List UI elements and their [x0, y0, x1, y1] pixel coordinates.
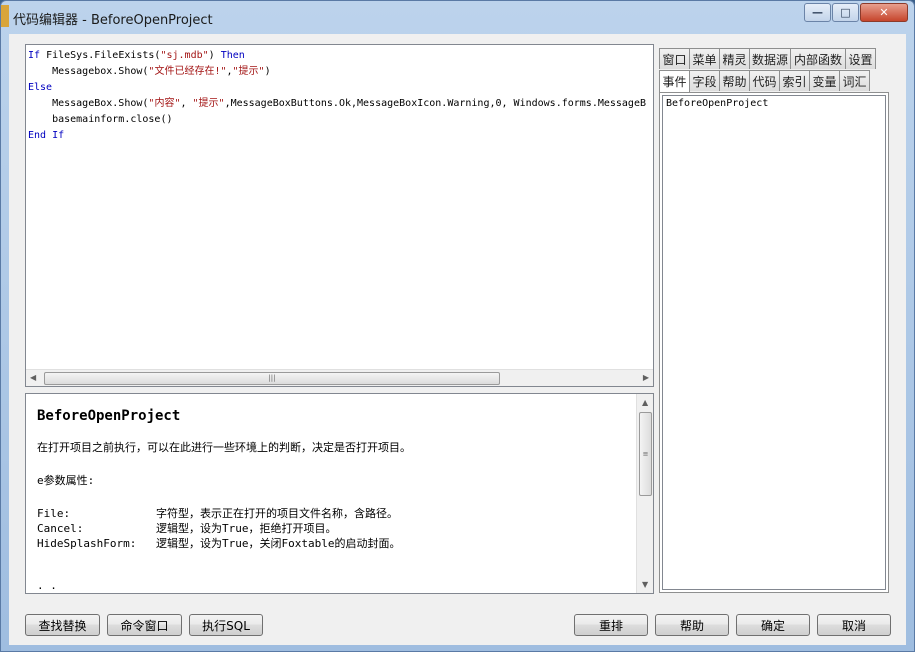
tool-tabs: 窗口 菜单 精灵 数据源 内部函数 设置 事件 字段 帮助 代码 索引 变量 词…	[659, 46, 889, 594]
tab-settings[interactable]: 设置	[845, 48, 876, 69]
list-item[interactable]: BeforeOpenProject	[663, 96, 885, 111]
client-area: If FileSys.FileExists("sj.mdb") Then Mes…	[9, 34, 906, 645]
code-token: "文件已经存在!"	[148, 66, 227, 77]
scroll-down-icon[interactable]: ▼	[642, 580, 648, 589]
help-title: BeforeOpenProject	[37, 408, 181, 424]
help-param-list: File: 字符型，表示正在打开的项目文件名称，含路径。 Cancel: 逻辑型…	[37, 506, 633, 551]
title-bar[interactable]: 代码编辑器 - BeforeOpenProject — □ ✕	[1, 1, 914, 35]
code-line[interactable]: If FileSys.FileExists("sj.mdb") Then	[28, 48, 653, 64]
execute-sql-button[interactable]: 执行SQL	[189, 614, 263, 636]
minimize-icon: —	[812, 6, 823, 19]
help-panel[interactable]: BeforeOpenProject 在打开项目之前执行，可以在此进行一些环境上的…	[25, 393, 654, 594]
param-name: File:	[37, 507, 71, 520]
scroll-right-icon[interactable]: ▶	[643, 373, 649, 382]
help-content: BeforeOpenProject 在打开项目之前执行，可以在此进行一些环境上的…	[37, 408, 633, 594]
app-icon	[1, 5, 9, 27]
window-title: 代码编辑器 - BeforeOpenProject	[13, 13, 213, 28]
help-param-row: File: 字符型，表示正在打开的项目文件名称，含路径。	[37, 506, 633, 521]
code-token: "sj.mdb"	[160, 50, 209, 61]
tab-datasource[interactable]: 数据源	[749, 48, 791, 69]
code-line[interactable]: MessageBox.Show("内容", "提示",MessageBoxBut…	[28, 96, 653, 112]
help-param-row: Cancel: 逻辑型，设为True，拒绝打开项目。	[37, 521, 633, 536]
code-token: MessageBox.Show(	[28, 98, 149, 109]
tab-menu[interactable]: 菜单	[689, 48, 720, 69]
code-token: Then	[220, 50, 245, 61]
tab-help[interactable]: 帮助	[719, 70, 750, 91]
code-editor-window: 代码编辑器 - BeforeOpenProject — □ ✕ If FileS…	[0, 0, 915, 652]
tab-body: BeforeOpenProject	[659, 92, 889, 593]
param-desc: 逻辑型，设为True，拒绝打开项目。	[156, 522, 337, 535]
tab-row-1: 窗口 菜单 精灵 数据源 内部函数 设置	[659, 48, 876, 69]
close-button[interactable]: ✕	[860, 3, 908, 22]
horizontal-scrollbar[interactable]: ◀ ||| ▶	[26, 369, 653, 386]
minimize-button[interactable]: —	[804, 3, 831, 22]
horizontal-scroll-thumb[interactable]: |||	[44, 372, 500, 385]
tab-index[interactable]: 索引	[779, 70, 810, 91]
window-controls: — □ ✕	[803, 3, 908, 22]
help-description: 在打开项目之前执行，可以在此进行一些环境上的判断，决定是否打开项目。	[37, 441, 411, 454]
help-param-row: HideSplashForm: 逻辑型，设为True，关闭Foxtable的启动…	[37, 536, 633, 551]
tab-row-2: 事件 字段 帮助 代码 索引 变量 词汇	[659, 70, 870, 92]
code-token: )	[264, 66, 271, 77]
tab-code[interactable]: 代码	[749, 70, 780, 91]
command-window-button[interactable]: 命令窗口	[107, 614, 182, 636]
code-line[interactable]: basemainform.close()	[28, 112, 653, 128]
param-desc: 字符型，表示正在打开的项目文件名称，含路径。	[156, 507, 398, 520]
help-button[interactable]: 帮助	[655, 614, 729, 636]
code-line[interactable]: Else	[28, 80, 653, 96]
tab-wizard[interactable]: 精灵	[719, 48, 750, 69]
tab-variables[interactable]: 变量	[809, 70, 840, 91]
vertical-scrollbar[interactable]: ▲ ≡ ▼	[636, 394, 653, 593]
vertical-scroll-thumb[interactable]: ≡	[639, 412, 652, 496]
tab-fields[interactable]: 字段	[689, 70, 720, 91]
close-icon: ✕	[879, 6, 889, 19]
code-line[interactable]: Messagebox.Show("文件已经存在!","提示")	[28, 64, 653, 80]
scroll-up-icon[interactable]: ▲	[642, 398, 648, 407]
ok-button[interactable]: 确定	[736, 614, 810, 636]
code-token: basemainform.close()	[28, 114, 173, 125]
maximize-button[interactable]: □	[832, 3, 859, 22]
code-token: Else	[28, 82, 53, 93]
code-token: "内容"	[148, 98, 181, 109]
tab-window[interactable]: 窗口	[659, 48, 690, 69]
code-token: ,MessageBoxButtons.Ok,MessageBoxIcon.War…	[224, 98, 646, 109]
code-token: ,	[180, 98, 193, 109]
param-name: Cancel:	[37, 522, 84, 535]
tab-events[interactable]: 事件	[659, 70, 690, 92]
code-token: "提示"	[232, 66, 265, 77]
rearrange-button[interactable]: 重排	[574, 614, 648, 636]
code-text[interactable]: If FileSys.FileExists("sj.mdb") Then Mes…	[28, 48, 653, 368]
help-trailing-text: · ·	[37, 582, 57, 594]
code-editor[interactable]: If FileSys.FileExists("sj.mdb") Then Mes…	[25, 44, 654, 387]
help-param-heading: e参数属性:	[37, 474, 95, 487]
tab-vocabulary[interactable]: 词汇	[839, 70, 870, 91]
cancel-button[interactable]: 取消	[817, 614, 891, 636]
code-token: "提示"	[192, 98, 225, 109]
code-token: End If	[28, 130, 65, 141]
scroll-left-icon[interactable]: ◀	[30, 373, 36, 382]
code-token: If	[28, 50, 41, 61]
param-name: HideSplashForm:	[37, 537, 137, 550]
event-list[interactable]: BeforeOpenProject	[662, 95, 886, 590]
code-token: )	[208, 50, 221, 61]
code-token: Messagebox.Show(	[28, 66, 149, 77]
tab-builtin-functions[interactable]: 内部函数	[790, 48, 846, 69]
code-token: FileSys.FileExists(	[40, 50, 161, 61]
code-line[interactable]: End If	[28, 128, 653, 144]
find-replace-button[interactable]: 查找替换	[25, 614, 100, 636]
maximize-icon: □	[840, 6, 851, 19]
param-desc: 逻辑型，设为True，关闭Foxtable的启动封面。	[156, 537, 401, 550]
